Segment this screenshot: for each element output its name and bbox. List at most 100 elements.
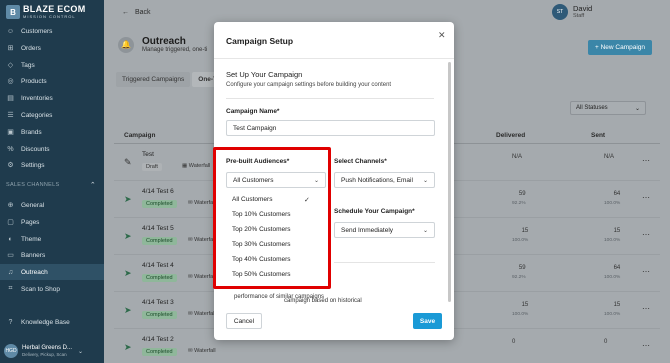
sidebar-item-banners[interactable]: ▭ Banners xyxy=(0,247,104,263)
new-campaign-button[interactable]: + New Campaign xyxy=(588,40,652,55)
logo-icon: B xyxy=(6,5,20,19)
sidebar-item-products[interactable]: ◎ Products xyxy=(0,73,104,89)
box-icon: ◎ xyxy=(7,78,14,85)
page-title: Outreach xyxy=(142,36,186,47)
banner-icon: ▭ xyxy=(7,252,14,259)
sidebar-item-knowledge-base[interactable]: ? Knowledge Base xyxy=(0,314,104,330)
section-label: SALES CHANNELS xyxy=(6,182,60,188)
scrollbar[interactable] xyxy=(448,62,451,302)
campaign-name-label: Campaign Name* xyxy=(226,108,280,115)
sidebar-item-label: Banners xyxy=(21,251,46,259)
sidebar-item-label: Orders xyxy=(21,44,41,52)
campaign-type-label: Waterfall xyxy=(194,200,216,206)
delivered-value: 59 92.2% xyxy=(512,264,526,282)
sidebar-item-scan-to-shop[interactable]: ⌗ Scan to Shop xyxy=(0,281,104,297)
sidebar-item-outreach[interactable]: ♫ Outreach xyxy=(0,264,104,280)
audience-option[interactable]: All Customers xyxy=(232,196,272,203)
divider xyxy=(334,262,435,263)
delivered-percent: 92.2% xyxy=(512,201,526,206)
inventory-icon: ▤ xyxy=(7,95,14,102)
sidebar-item-customers[interactable]: ☺ Customers xyxy=(0,23,104,39)
audience-option[interactable]: Top 40% Customers xyxy=(232,256,291,263)
delivered-value: 15 100.0% xyxy=(512,301,528,319)
sidebar-item-inventories[interactable]: ▤ Inventories xyxy=(0,90,104,106)
sidebar-item-pages[interactable]: ▢ Pages xyxy=(0,214,104,230)
audience-option[interactable]: Top 30% Customers xyxy=(232,241,291,248)
more-icon[interactable]: ⋯ xyxy=(642,304,650,313)
sidebar-item-tags[interactable]: ◇ Tags xyxy=(0,57,104,73)
sidebar-item-label: Tags xyxy=(21,61,35,69)
chevron-up-icon: ⌃ xyxy=(89,182,96,189)
delivered-value: N/A xyxy=(512,154,523,160)
theme-icon: ◐ xyxy=(8,235,13,243)
more-icon[interactable]: ⋯ xyxy=(642,267,650,276)
store-avatar: HGD xyxy=(4,344,18,358)
campaign-name-input[interactable]: Test Campaign xyxy=(226,120,435,136)
delivered-count: 15 xyxy=(521,228,529,234)
user-menu[interactable]: ST David Staff xyxy=(552,4,592,20)
sidebar-item-categories[interactable]: ☰ Categories xyxy=(0,107,104,123)
arrow-left-icon: ← xyxy=(122,9,129,16)
audience-option[interactable]: Top 20% Customers xyxy=(232,226,291,233)
campaign-type-label: Waterfall xyxy=(194,274,216,280)
audience-select[interactable]: All Customers ⌄ xyxy=(226,172,326,188)
status-filter-select[interactable]: All Statuses ⌄ xyxy=(570,101,646,115)
sidebar-item-label: Products xyxy=(21,77,47,85)
sent-value: 64 100.0% xyxy=(604,190,620,208)
sent-value: N/A xyxy=(604,154,615,160)
back-button[interactable]: ← Back xyxy=(122,9,151,16)
save-button[interactable]: Save xyxy=(413,313,442,329)
help-icon: ? xyxy=(8,318,13,326)
sidebar-item-label: Pages xyxy=(21,218,40,226)
bell-icon: ♫ xyxy=(7,268,14,276)
channels-select[interactable]: Push Notifications, Email ⌄ xyxy=(334,172,435,188)
cancel-button[interactable]: Cancel xyxy=(226,313,262,329)
sidebar-item-label: General xyxy=(21,201,45,209)
send-icon: ➤ xyxy=(124,194,132,204)
close-icon[interactable]: ✕ xyxy=(438,30,446,41)
globe-icon: ⊕ xyxy=(7,202,14,209)
send-icon: ➤ xyxy=(124,231,132,241)
status-badge: Completed xyxy=(142,200,177,208)
campaign-name: 4/14 Test 5 xyxy=(142,225,174,232)
audience-option[interactable]: Top 10% Customers xyxy=(232,211,291,218)
sidebar-item-settings[interactable]: ⚙ Settings xyxy=(0,157,104,173)
sidebar-item-label: Knowledge Base xyxy=(21,318,70,326)
sent-count: 64 xyxy=(613,265,621,271)
page-subtitle: Manage triggered, one-ti xyxy=(142,47,208,53)
more-icon[interactable]: ⋯ xyxy=(642,193,650,202)
more-icon[interactable]: ⋯ xyxy=(642,341,650,350)
campaign-name: 4/14 Test 2 xyxy=(142,336,174,343)
chevron-down-icon: ⌄ xyxy=(422,228,428,234)
sent-percent: 100.0% xyxy=(604,275,621,280)
store-switcher[interactable]: HGD Herbal Greens D... Delivery, Pickup,… xyxy=(4,342,100,360)
delivered-percent: 100.0% xyxy=(512,312,529,317)
schedule-select[interactable]: Send Immediately ⌄ xyxy=(334,222,435,238)
bell-icon: 🔔 xyxy=(118,36,134,53)
sidebar-item-brands[interactable]: ▣ Brands xyxy=(0,124,104,140)
sidebar-item-orders[interactable]: ⊞ Orders xyxy=(0,40,104,56)
brand-icon: ▣ xyxy=(7,129,14,136)
sidebar-item-theme[interactable]: ◐ Theme xyxy=(0,231,104,247)
check-icon: ✓ xyxy=(304,197,310,204)
more-icon[interactable]: ⋯ xyxy=(642,230,650,239)
sent-count: 15 xyxy=(613,228,621,234)
tab-triggered[interactable]: Triggered Campaigns xyxy=(116,72,191,87)
tag-icon: ◇ xyxy=(7,62,14,69)
delivered-count: 59 xyxy=(518,191,526,197)
schedule-value: Send Immediately xyxy=(341,226,394,234)
setup-title: Set Up Your Campaign xyxy=(226,70,303,79)
sidebar-item-general[interactable]: ⊕ General xyxy=(0,197,104,213)
audience-option[interactable]: Top 50% Customers xyxy=(232,271,291,278)
sales-channels-section[interactable]: SALES CHANNELS ⌃ xyxy=(6,181,96,189)
store-name: Herbal Greens D... xyxy=(22,345,73,352)
more-icon[interactable]: ⋯ xyxy=(642,156,650,165)
modal-title: Campaign Setup xyxy=(226,36,294,46)
campaign-type: ✉ Waterfall xyxy=(188,311,216,317)
chevron-down-icon: ⌄ xyxy=(313,178,319,184)
edit-icon: ✎ xyxy=(124,157,132,167)
sidebar-item-discounts[interactable]: % Discounts xyxy=(0,141,104,157)
campaign-type-label: Waterfall xyxy=(188,163,211,169)
channels-label: Select Channels* xyxy=(334,158,387,165)
sent-value: 15 100.0% xyxy=(604,301,620,319)
